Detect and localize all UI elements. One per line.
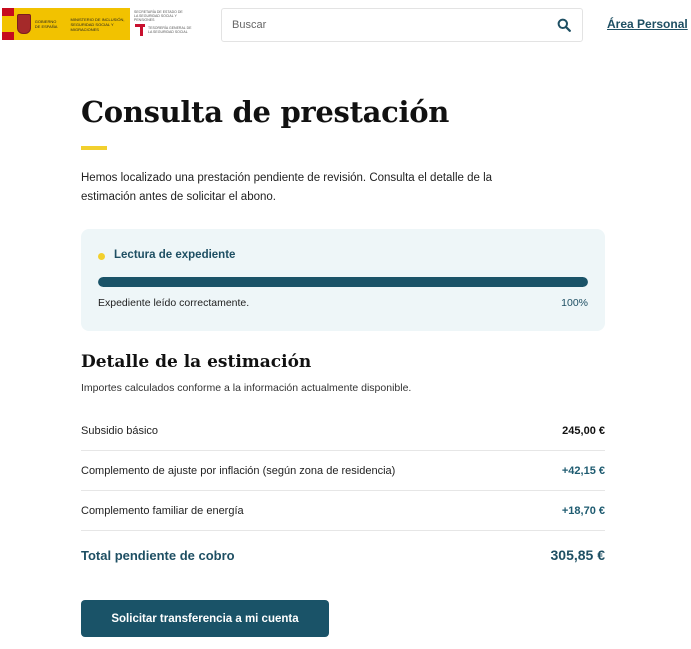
progress-bar-fill <box>98 277 588 287</box>
spain-flag-icon <box>2 8 14 40</box>
tgss-mark-icon <box>135 24 145 36</box>
estimate-row: Complemento de ajuste por inflación (seg… <box>81 451 605 491</box>
request-transfer-button[interactable]: Solicitar transferencia a mi cuenta <box>81 600 329 637</box>
estimate-row-value: +42,15 € <box>561 465 605 477</box>
progress-card: Lectura de expediente Expediente leído c… <box>81 229 605 331</box>
estimate-row-value: +18,70 € <box>561 505 605 517</box>
intro-text: Hemos localizado una prestación pendient… <box>81 172 493 203</box>
total-value: 305,85 € <box>550 547 606 563</box>
progress-percent: 100% <box>561 297 588 309</box>
estimate-section-subtitle: Importes calculados conforme a la inform… <box>81 382 412 394</box>
gov-logo-block: GOBIERNO DE ESPAÑA MINISTERIO DE INCLUSI… <box>2 8 130 40</box>
gov-logo-text: GOBIERNO DE ESPAÑA <box>34 19 58 29</box>
title-accent-bar <box>81 146 107 150</box>
estimate-row: Subsidio básico 245,00 € <box>81 411 605 451</box>
estimate-row-label: Complemento de ajuste por inflación (seg… <box>81 465 396 477</box>
search-icon[interactable] <box>557 18 571 32</box>
progress-title: Lectura de expediente <box>114 249 236 261</box>
tgss-logo-text: TESORERÍA GENERAL DE LA SEGURIDAD SOCIAL <box>148 26 192 34</box>
estimate-row: Complemento familiar de energía +18,70 € <box>81 491 605 531</box>
ss-secretariat-text: SECRETARÍA DE ESTADO DE LA SEGURIDAD SOC… <box>134 10 183 22</box>
estimate-row-label: Complemento familiar de energía <box>81 505 244 517</box>
progress-bar <box>98 277 588 287</box>
ministry-logo-text: MINISTERIO DE INCLUSIÓN, SEGURIDAD SOCIA… <box>70 16 125 32</box>
search-input[interactable] <box>232 9 532 41</box>
status-dot-icon <box>98 253 105 260</box>
estimate-section-title: Detalle de la estimación <box>81 352 312 372</box>
site-header: GOBIERNO DE ESPAÑA MINISTERIO DE INCLUSI… <box>0 0 691 48</box>
government-logo[interactable]: GOBIERNO DE ESPAÑA MINISTERIO DE INCLUSI… <box>2 8 198 40</box>
total-label: Total pendiente de cobro <box>81 548 235 563</box>
tgss-logo-block: SECRETARÍA DE ESTADO DE LA SEGURIDAD SOC… <box>130 8 198 40</box>
estimate-row-label: Subsidio básico <box>81 425 159 437</box>
coat-of-arms-icon <box>16 14 31 34</box>
progress-status-text: Expediente leído correctamente. <box>98 297 250 309</box>
total-row: Total pendiente de cobro 305,85 € <box>81 541 605 571</box>
search-box <box>221 8 583 42</box>
estimate-table: Subsidio básico 245,00 € Complemento de … <box>81 411 605 531</box>
personal-area-link[interactable]: Área Personal <box>607 17 688 31</box>
page-title: Consulta de prestación <box>81 95 450 129</box>
estimate-row-value: 245,00 € <box>562 425 605 437</box>
